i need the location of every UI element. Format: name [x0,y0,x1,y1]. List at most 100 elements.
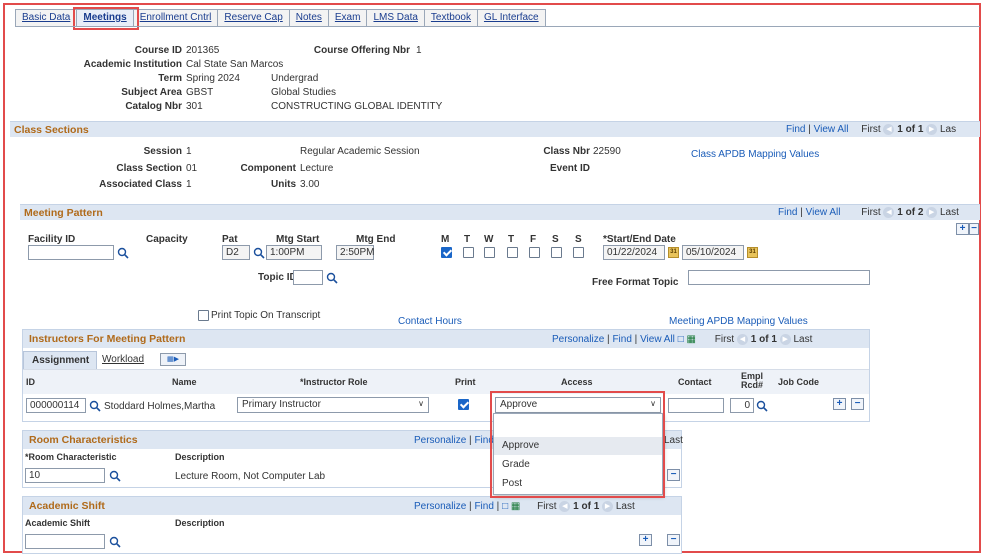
catalog-desc: CONSTRUCTING GLOBAL IDENTITY [271,101,443,112]
view-all-link[interactable]: View All [806,207,841,218]
class-apdb-link[interactable]: Class APDB Mapping Values [691,149,819,160]
last-label[interactable]: Last [940,207,959,218]
show-all-columns-icon[interactable]: ▦▶ [160,353,186,366]
empl-rcd-input[interactable]: 0 [730,398,754,413]
magnifier-icon[interactable] [756,400,768,412]
end-date-input[interactable]: 05/10/2024 [682,245,744,260]
subtab-workload[interactable]: Workload [102,354,144,365]
topic-id-input[interactable] [293,270,323,285]
day-monday-checkbox[interactable] [441,247,452,258]
mtg-end-input[interactable]: 2:50PM [336,245,374,260]
tab-reserve-cap[interactable]: Reserve Cap [217,9,289,27]
print-checkbox[interactable] [458,399,469,410]
tab-lms-data[interactable]: LMS Data [366,9,424,27]
facility-id-input[interactable] [28,245,114,260]
row-count: 1 of 1 [897,124,924,136]
instructor-id-input[interactable]: 000000114 [26,398,86,413]
magnifier-icon[interactable] [109,470,121,482]
course-id-label: Course ID [134,45,182,56]
meeting-apdb-link[interactable]: Meeting APDB Mapping Values [669,316,808,327]
last-label[interactable]: Last [793,334,812,345]
day-friday-checkbox[interactable] [529,247,540,258]
subtab-assignment[interactable]: Assignment [23,351,97,369]
tab-enrollment-cntrl[interactable]: Enrollment Cntrl [132,9,218,27]
last-label[interactable]: Last [616,501,635,512]
magnifier-icon[interactable] [89,400,101,412]
component-value: Lecture [300,163,334,174]
magnifier-icon[interactable] [109,536,121,548]
row-count: 1 of 1 [750,334,777,346]
view-all-link[interactable]: View All [640,334,675,345]
institution-label: Academic Institution [83,59,182,70]
prev-arrow-icon[interactable]: ◀ [883,207,895,218]
find-link[interactable]: Find [778,207,797,218]
first-label[interactable]: First [861,124,880,135]
tab-gl-interface[interactable]: GL Interface [476,9,546,27]
zoom-grid-icon[interactable]: □ [678,334,684,345]
day-su-label: S [575,234,582,245]
prev-arrow-icon[interactable]: ◀ [559,501,571,512]
tab-textbook[interactable]: Textbook [423,9,477,27]
calendar-icon[interactable]: 31 [747,247,758,258]
find-link[interactable]: Find [612,334,631,345]
zoom-grid-icon[interactable]: □ [502,501,508,512]
magnifier-icon[interactable] [326,272,338,284]
day-sunday-checkbox[interactable] [573,247,584,258]
free-format-topic-input[interactable] [688,270,870,285]
academic-shift-title: Academic Shift [29,500,105,512]
tab-notes[interactable]: Notes [288,9,328,27]
remove-instructor-minus-icon[interactable]: − [851,398,864,410]
remove-meeting-minus-icon[interactable]: − [969,223,979,235]
tab-exam[interactable]: Exam [327,9,367,27]
add-meeting-plus-icon[interactable]: + [956,223,969,235]
personalize-link[interactable]: Personalize [414,501,466,512]
shift-nav: Personalize | Find | □ ▦ First ◀ 1 of 1 … [414,501,635,512]
instructor-name: Stoddard Holmes,Martha [104,401,216,412]
subject-value: GBST [186,87,214,98]
magnifier-icon[interactable] [117,247,129,259]
first-label[interactable]: First [861,207,880,218]
prev-arrow-icon[interactable]: ◀ [883,124,895,135]
offering-label: Course Offering Nbr [313,45,410,56]
next-arrow-icon[interactable]: ▶ [779,334,791,345]
add-shift-plus-icon[interactable]: + [639,534,652,546]
instructor-role-select[interactable]: Primary Instructor ∨ [237,397,429,413]
first-label[interactable]: First [537,501,556,512]
print-topic-checkbox[interactable] [198,310,209,321]
room-last-label[interactable]: Last [664,435,683,446]
day-tuesday-checkbox[interactable] [463,247,474,258]
col-empl-rcd: Empl Rcd# [740,371,763,390]
remove-room-minus-icon[interactable]: − [667,469,680,481]
find-link[interactable]: Find [474,501,493,512]
last-label[interactable]: Las [940,124,956,135]
next-arrow-icon[interactable]: ▶ [926,207,938,218]
academic-shift-input[interactable] [25,534,105,549]
download-excel-icon[interactable]: ▦ [511,501,520,512]
tab-basic-data[interactable]: Basic Data [15,9,77,27]
next-arrow-icon[interactable]: ▶ [926,124,938,135]
personalize-link[interactable]: Personalize [414,435,466,446]
magnifier-icon[interactable] [253,247,265,259]
instructors-nav: Personalize | Find | View All □ ▦ First … [552,334,812,345]
day-thursday-checkbox[interactable] [507,247,518,258]
remove-shift-minus-icon[interactable]: − [667,534,680,546]
prev-arrow-icon[interactable]: ◀ [736,334,748,345]
add-instructor-plus-icon[interactable]: + [833,398,846,410]
calendar-icon[interactable]: 31 [668,247,679,258]
contact-input[interactable] [668,398,724,413]
mtg-start-input[interactable]: 1:00PM [266,245,322,260]
first-label[interactable]: First [715,334,734,345]
day-wednesday-checkbox[interactable] [484,247,495,258]
view-all-link[interactable]: View All [814,124,849,135]
contact-hours-link[interactable]: Contact Hours [398,316,462,327]
start-date-input[interactable]: 01/22/2024 [603,245,665,260]
download-excel-icon[interactable]: ▦ [687,334,696,345]
col-access: Access [561,377,593,387]
personalize-link[interactable]: Personalize [552,334,604,345]
pattern-input[interactable]: D2 [222,245,250,260]
day-saturday-checkbox[interactable] [551,247,562,258]
room-characteristic-input[interactable]: 10 [25,468,105,483]
next-arrow-icon[interactable]: ▶ [602,501,614,512]
find-link[interactable]: Find [786,124,805,135]
term-label: Term [158,73,182,84]
